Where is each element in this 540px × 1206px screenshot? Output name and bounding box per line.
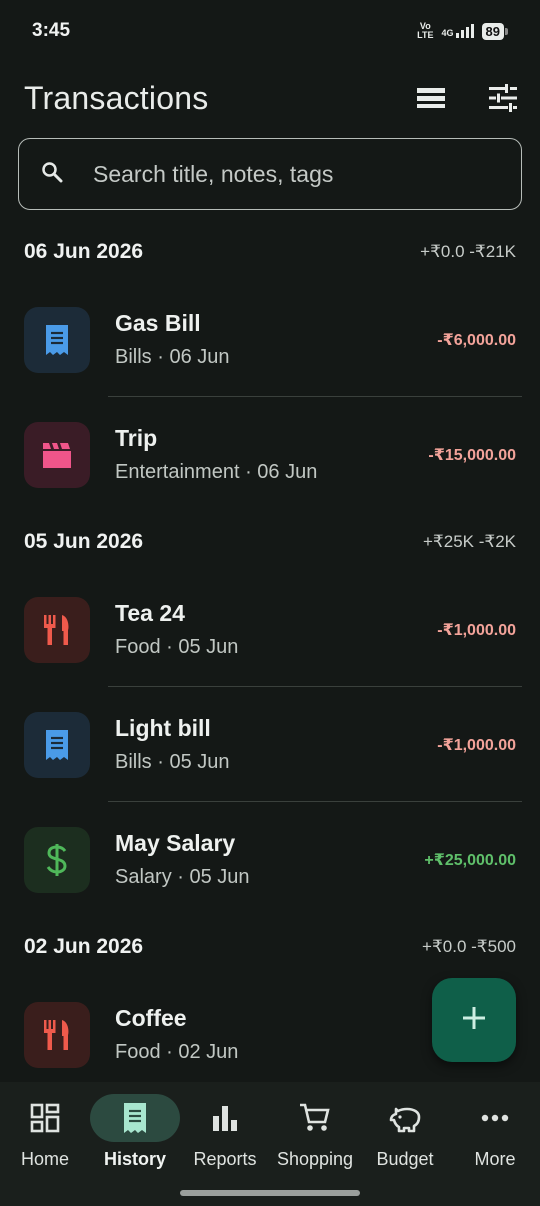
transaction-info: Gas Bill Bills · 06 Jun [115,310,437,369]
group-totals: +₹25K -₹2K [423,532,516,551]
nav-item-history[interactable]: History [90,1082,180,1170]
network-type: 4G [441,28,454,38]
nav-label: Reports [193,1149,257,1169]
nav-label: Home [20,1149,69,1169]
group-date: 02 Jun 2026 [24,935,144,958]
group-totals: +₹0.0 -₹500 [422,937,516,956]
nav-item-more[interactable]: More [450,1082,540,1170]
more-dots-icon [481,1114,509,1122]
volte-bottom: LTE [417,30,434,40]
transaction-amount: -₹1,000.00 [437,736,516,754]
group-totals: +₹0.0 -₹21K [420,242,516,261]
date-group-header: 05 Jun 2026 +₹25K -₹2K [0,512,540,572]
group-date: 06 Jun 2026 [24,240,144,263]
transaction-info: May Salary Salary · 05 Jun [115,830,424,889]
clapperboard-icon [24,421,90,488]
date-group-header: 06 Jun 2026 +₹0.0 -₹21K [0,222,540,282]
filter-tune-icon[interactable] [486,81,520,115]
transaction-subtitle: Entertainment · 06 Jun [115,461,318,483]
dollar-icon [24,826,90,893]
dashboard-icon [30,1103,60,1133]
nav-label: Budget [376,1149,434,1169]
receipt-icon [24,711,90,778]
nav-icon-container [90,1094,180,1142]
transaction-row[interactable]: Gas Bill Bills · 06 Jun -₹6,000.00 [0,282,540,397]
signal-icon: 4G [442,24,474,38]
nav-item-budget[interactable]: Budget [360,1082,450,1170]
fork-knife-icon [24,1001,90,1068]
transaction-subtitle: Bills · 05 Jun [115,751,230,773]
gesture-bar [180,1190,360,1196]
receipt-icon [24,306,90,373]
group-date: 05 Jun 2026 [24,530,144,553]
app-header: Transactions [24,70,520,126]
view-list-icon[interactable] [414,81,448,115]
transaction-title: Light bill [115,715,211,741]
transaction-subtitle: Salary · 05 Jun [115,866,250,888]
transaction-title: Trip [115,425,158,451]
nav-icon-container [360,1094,450,1142]
receipt-icon [124,1103,146,1133]
transaction-amount: -₹6,000.00 [437,331,516,349]
fork-knife-icon [24,596,90,663]
bottom-navigation: Home History Reports Shopping Budget Mor… [0,1082,540,1206]
status-time: 3:45 [32,20,71,41]
nav-item-home[interactable]: Home [0,1082,90,1170]
nav-icon-container [180,1094,270,1142]
nav-item-reports[interactable]: Reports [180,1082,270,1170]
nav-icon-container [450,1094,540,1142]
battery-icon: 89 [481,22,509,40]
transaction-row[interactable]: Light bill Bills · 05 Jun -₹1,000.00 [0,687,540,802]
search-icon [41,161,63,188]
nav-icon-container [270,1094,360,1142]
nav-item-shopping[interactable]: Shopping [270,1082,360,1170]
transaction-row[interactable]: Trip Entertainment · 06 Jun -₹15,000.00 [0,397,540,512]
search-bar[interactable] [18,138,522,210]
cart-icon [300,1103,330,1131]
transaction-title: Gas Bill [115,310,201,336]
piggy-bank-icon [389,1107,421,1133]
nav-label: History [103,1149,166,1169]
plus-icon [461,1005,487,1036]
transaction-info: Light bill Bills · 05 Jun [115,715,437,774]
transaction-subtitle: Bills · 06 Jun [115,346,230,368]
signal-bars [455,24,474,38]
transaction-amount: +₹25,000.00 [424,851,516,869]
nav-icon-container [0,1094,90,1142]
bar-chart-icon [213,1106,237,1131]
transaction-title: Tea 24 [115,600,185,626]
page-title: Transactions [24,79,209,116]
transaction-list: 06 Jun 2026 +₹0.0 -₹21K Gas Bill Bills ·… [0,222,540,1092]
header-actions [414,81,520,115]
transaction-info: Tea 24 Food · 05 Jun [115,600,437,659]
transaction-amount: -₹15,000.00 [428,446,516,464]
transaction-title: May Salary [115,830,236,856]
transaction-row[interactable]: Tea 24 Food · 05 Jun -₹1,000.00 [0,572,540,687]
transaction-info: Trip Entertainment · 06 Jun [115,425,428,484]
add-transaction-button[interactable] [432,978,516,1062]
status-indicators: Vo LTE 4G 89 [417,22,509,40]
volte-icon: Vo LTE [417,22,433,40]
search-input[interactable] [93,160,473,188]
transaction-amount: -₹1,000.00 [437,621,516,639]
status-bar: 3:45 Vo LTE 4G 89 [0,0,540,62]
transaction-subtitle: Food · 05 Jun [115,636,239,658]
nav-label: Shopping [276,1149,354,1169]
transaction-row[interactable]: May Salary Salary · 05 Jun +₹25,000.00 [0,802,540,917]
date-group-header: 02 Jun 2026 +₹0.0 -₹500 [0,917,540,977]
nav-label: More [474,1149,516,1169]
